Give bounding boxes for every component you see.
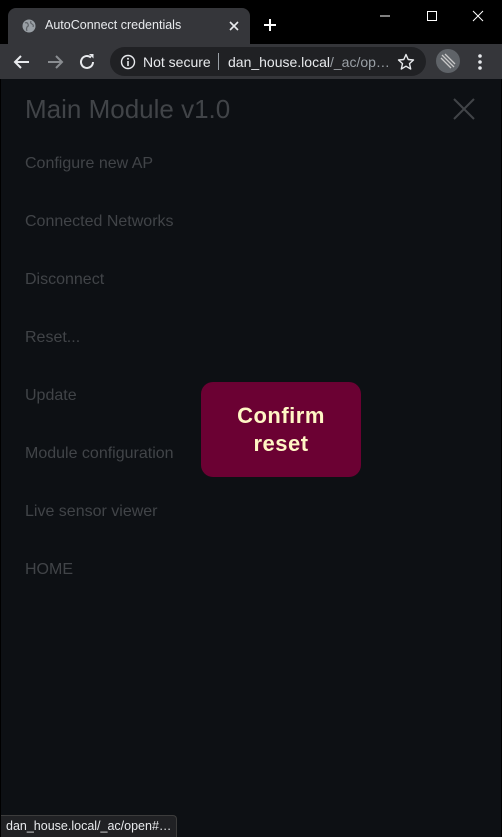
security-label[interactable]: Not secure (143, 54, 211, 70)
star-icon[interactable] (397, 53, 415, 71)
maximize-icon[interactable] (422, 6, 442, 26)
page-content: Main Module v1.0 Configure new AP Connec… (1, 79, 501, 837)
plus-icon[interactable] (262, 17, 278, 33)
close-icon[interactable] (468, 6, 488, 26)
omnibox-divider (218, 53, 219, 70)
menu-item-configure-new-ap[interactable]: Configure new AP (25, 155, 153, 173)
menu-item-home[interactable]: HOME (25, 561, 73, 579)
menu-item-disconnect[interactable]: Disconnect (25, 271, 104, 289)
status-bar-url: dan_house.local/_ac/open#… (1, 815, 178, 837)
url-text[interactable]: dan_house.local/_ac/op… (228, 54, 388, 70)
address-bar[interactable]: Not secure dan_house.local/_ac/op… (110, 47, 426, 76)
forward-icon[interactable] (45, 52, 65, 72)
menu-item-live-sensor-viewer[interactable]: Live sensor viewer (25, 503, 158, 521)
menu-item-update[interactable]: Update (25, 387, 77, 405)
menu-item-connected-networks[interactable]: Connected Networks (25, 213, 174, 231)
more-icon[interactable] (470, 52, 490, 72)
close-icon[interactable] (226, 18, 242, 34)
globe-icon (22, 19, 36, 33)
extension-glyph-icon (440, 53, 456, 69)
url-host: dan_house.local (228, 54, 330, 70)
minimize-icon[interactable] (375, 6, 395, 26)
extension-icon[interactable] (436, 49, 460, 73)
back-icon[interactable] (12, 52, 32, 72)
confirm-reset-button[interactable]: Confirm reset (201, 382, 361, 477)
url-path: /_ac/op… (329, 54, 388, 70)
reload-icon[interactable] (77, 52, 97, 72)
info-icon[interactable] (120, 54, 136, 70)
browser-toolbar: Not secure dan_house.local/_ac/op… (0, 44, 502, 79)
menu-item-module-configuration[interactable]: Module configuration (25, 445, 174, 463)
active-tab[interactable]: AutoConnect credentials (8, 8, 250, 44)
menu-item-reset[interactable]: Reset... (25, 329, 80, 347)
page-title: Main Module v1.0 (25, 94, 231, 124)
close-icon[interactable] (451, 96, 477, 122)
tab-strip: AutoConnect credentials (0, 0, 502, 44)
tab-title: AutoConnect credentials (45, 18, 182, 32)
